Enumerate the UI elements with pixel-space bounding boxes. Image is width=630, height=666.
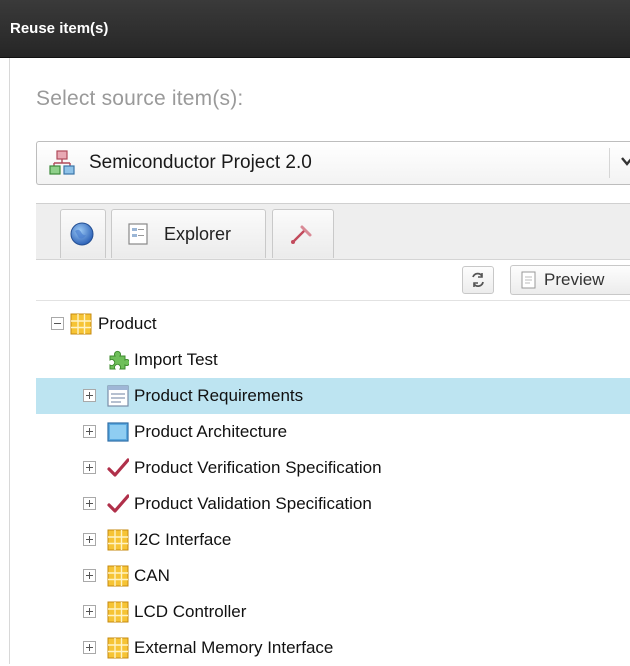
tree-node-lcd-controller[interactable]: LCD Controller — [36, 594, 630, 630]
globe-icon — [70, 222, 94, 246]
component-grid-icon — [107, 529, 129, 551]
tree-node-label: Import Test — [134, 350, 218, 369]
tree-node-label: Product Verification Specification — [134, 458, 382, 477]
dropdown-separator — [609, 148, 610, 178]
select-source-heading: Select source item(s): — [36, 87, 244, 110]
tree-node-label: LCD Controller — [134, 602, 247, 621]
puzzle-icon — [109, 350, 129, 370]
tree-node-label: External Memory Interface — [134, 638, 334, 657]
tree-node-label: I2C Interface — [134, 530, 232, 549]
checkmark-icon — [107, 458, 129, 477]
refresh-icon — [472, 272, 484, 287]
expand-toggle[interactable] — [83, 461, 96, 474]
tab-pinned-view[interactable] — [272, 209, 334, 258]
dialog-left-border — [9, 58, 10, 664]
explorer-icon — [128, 223, 148, 245]
tab-global-view[interactable] — [60, 209, 106, 258]
expand-toggle[interactable] — [83, 425, 96, 438]
component-grid-icon — [107, 565, 129, 587]
checkmark-icon — [107, 494, 129, 513]
tree-node-import-test[interactable]: Import Test — [36, 342, 630, 378]
expand-toggle[interactable] — [83, 641, 96, 654]
tree-node-external-memory-interface[interactable]: External Memory Interface — [36, 630, 630, 666]
requirements-doc-icon — [107, 385, 129, 407]
dialog-titlebar[interactable]: Reuse item(s) — [0, 0, 630, 58]
component-grid-icon — [70, 313, 92, 335]
project-icon — [49, 150, 75, 175]
architecture-image-icon — [107, 422, 129, 442]
project-select-value: Semiconductor Project 2.0 — [89, 152, 312, 173]
tree-node-label: Product Validation Specification — [134, 494, 372, 513]
tab-explorer-label: Explorer — [164, 224, 232, 244]
project-select[interactable]: Semiconductor Project 2.0 — [36, 141, 630, 185]
component-grid-icon — [107, 637, 129, 659]
tree-node-product[interactable]: Product — [36, 306, 630, 342]
refresh-button[interactable] — [462, 266, 494, 294]
tree-node-product-validation-specification[interactable]: Product Validation Specification — [36, 486, 630, 522]
dialog-title: Reuse item(s) — [10, 20, 109, 37]
preview-button-label: Preview — [544, 270, 605, 289]
tree-node-label: Product Architecture — [134, 422, 288, 441]
tree-node-label: CAN — [134, 566, 170, 585]
preview-icon — [521, 271, 536, 289]
chevron-down-icon[interactable] — [620, 154, 630, 168]
tree-node-label: Product — [98, 314, 157, 333]
tree-node-i2c-interface[interactable]: I2C Interface — [36, 522, 630, 558]
preview-button[interactable]: Preview — [510, 265, 630, 295]
pin-icon — [291, 225, 312, 244]
expand-toggle[interactable] — [83, 569, 96, 582]
component-grid-icon — [107, 601, 129, 623]
expand-toggle[interactable] — [83, 497, 96, 510]
expand-toggle[interactable] — [83, 389, 96, 402]
tree-node-product-requirements[interactable]: Product Requirements — [36, 378, 630, 414]
tree-node-product-verification-specification[interactable]: Product Verification Specification — [36, 450, 630, 486]
tree-node-can[interactable]: CAN — [36, 558, 630, 594]
tree-node-product-architecture[interactable]: Product Architecture — [36, 414, 630, 450]
expand-toggle[interactable] — [83, 533, 96, 546]
tab-explorer[interactable]: Explorer — [111, 209, 266, 258]
tree-node-label: Product Requirements — [134, 386, 304, 405]
expand-toggle[interactable] — [83, 605, 96, 618]
collapse-toggle[interactable] — [51, 317, 64, 330]
